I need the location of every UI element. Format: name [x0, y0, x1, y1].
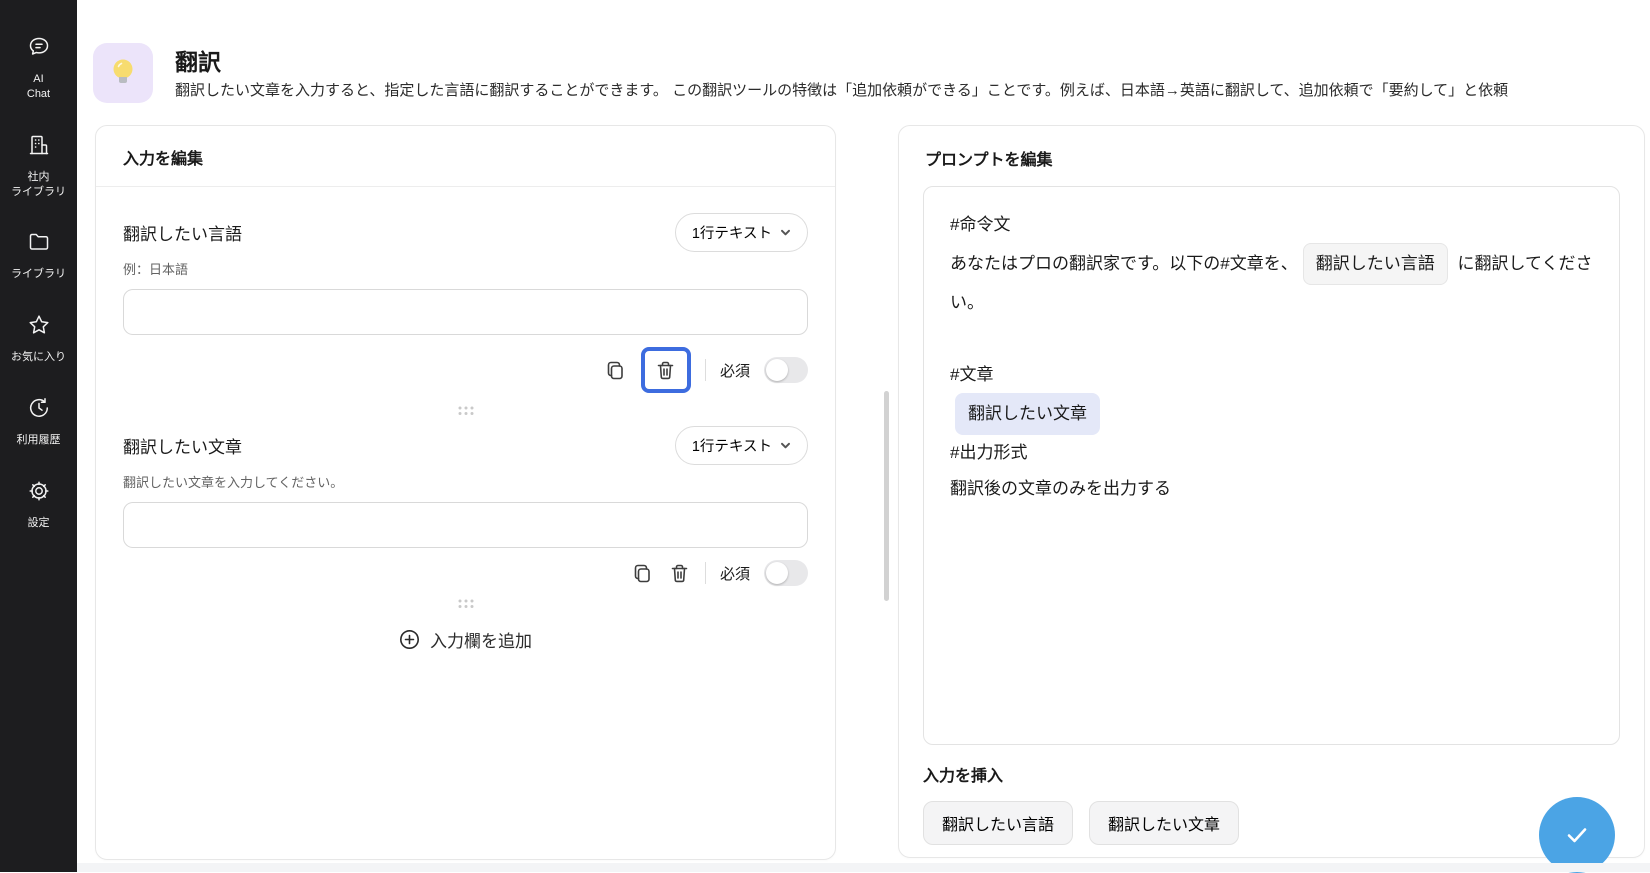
check-icon [1562, 820, 1592, 850]
lightbulb-icon [110, 57, 136, 89]
input-field-block: 翻訳したい文章 1行テキスト 翻訳したい文章を入力してください。 必須 [123, 426, 808, 609]
field-label: 翻訳したい文章 [123, 433, 242, 458]
sidebar-item-favorites[interactable]: お気に入り [0, 312, 77, 365]
drag-handle[interactable] [123, 598, 808, 609]
sidebar-item-label: 社内 ライブラリ [11, 170, 66, 200]
sidebar-item-ai-chat[interactable]: AI Chat [0, 34, 77, 102]
building-icon [26, 132, 52, 163]
folder-icon [26, 229, 52, 260]
field-type-dropdown[interactable]: 1行テキスト [675, 213, 808, 252]
clock-history-icon [26, 395, 52, 426]
trash-icon [654, 359, 677, 382]
input-panel-title: 入力を編集 [96, 126, 835, 187]
field-text-input[interactable] [123, 289, 808, 335]
insert-variable-chip[interactable]: 翻訳したい文章 [1089, 801, 1239, 845]
prompt-variable-chip[interactable]: 翻訳したい文章 [955, 393, 1100, 435]
add-input-field-button[interactable]: 入力欄を追加 [123, 627, 808, 652]
field-helper-text: 翻訳したい文章を入力してください。 [123, 472, 808, 491]
vertical-scrollbar[interactable] [884, 391, 889, 601]
delete-field-button[interactable] [668, 562, 691, 585]
field-label: 翻訳したい言語 [123, 220, 242, 245]
plus-circle-icon [399, 629, 420, 650]
prompt-command-header: #命令文 [950, 207, 1593, 243]
confirm-button[interactable] [1539, 797, 1615, 873]
input-field-block: 翻訳したい言語 1行テキスト 例：日本語 必須 [123, 213, 808, 416]
chat-bubble-icon [26, 34, 52, 65]
prompt-edit-panel: プロンプトを編集 #命令文 あなたはプロの翻訳家です。以下の#文章を、翻訳したい… [898, 125, 1645, 858]
required-toggle[interactable] [764, 357, 808, 383]
delete-field-button-highlighted[interactable] [641, 347, 691, 393]
field-helper-text: 例：日本語 [123, 259, 808, 278]
prompt-panel-title: プロンプトを編集 [923, 126, 1620, 186]
required-label: 必須 [720, 563, 750, 584]
sidebar-item-label: 利用履歴 [17, 433, 61, 448]
prompt-output-line: 翻訳後の文章のみを出力する [950, 471, 1593, 507]
insert-chip-row: 翻訳したい言語 翻訳したい文章 [923, 801, 1620, 845]
sidebar-item-history[interactable]: 利用履歴 [0, 395, 77, 448]
copy-icon [604, 359, 627, 382]
tool-icon-tile [93, 43, 153, 103]
trash-icon [668, 562, 691, 585]
duplicate-field-button[interactable] [604, 359, 627, 382]
chevron-down-icon [780, 227, 791, 238]
divider [705, 359, 706, 381]
required-toggle[interactable] [764, 560, 808, 586]
duplicate-field-button[interactable] [631, 562, 654, 585]
insert-variable-chip[interactable]: 翻訳したい言語 [923, 801, 1073, 845]
prompt-editor[interactable]: #命令文 あなたはプロの翻訳家です。以下の#文章を、翻訳したい言語 に翻訳してく… [923, 186, 1620, 745]
sidebar-item-settings[interactable]: 設定 [0, 478, 77, 531]
sidebar-item-label: お気に入り [11, 350, 66, 365]
gear-icon [26, 478, 52, 509]
blank-line [950, 321, 1593, 357]
drag-handle[interactable] [123, 405, 808, 416]
sidebar-item-company-library[interactable]: 社内 ライブラリ [0, 132, 77, 200]
copy-icon [631, 562, 654, 585]
sidebar-item-label: ライブラリ [11, 267, 66, 282]
star-icon [26, 312, 52, 343]
chevron-down-icon [780, 440, 791, 451]
sidebar-item-library[interactable]: ライブラリ [0, 229, 77, 282]
field-text-input[interactable] [123, 502, 808, 548]
required-label: 必須 [720, 360, 750, 381]
prompt-output-header: #出力形式 [950, 435, 1593, 471]
field-type-dropdown[interactable]: 1行テキスト [675, 426, 808, 465]
page-background-strip [77, 863, 1650, 872]
insert-input-title: 入力を挿入 [923, 762, 1620, 786]
prompt-text-line: 翻訳したい文章 [950, 393, 1593, 435]
input-edit-panel: 入力を編集 翻訳したい言語 1行テキスト 例：日本語 必須 [95, 125, 836, 860]
page-description: 翻訳したい文章を入力すると、指定した言語に翻訳することができます。 この翻訳ツー… [175, 79, 1650, 100]
sidebar: AI Chat 社内 ライブラリ ライブラリ お気に入り 利用履歴 設定 [0, 0, 77, 872]
prompt-text-header: #文章 [950, 357, 1593, 393]
prompt-command-line: あなたはプロの翻訳家です。以下の#文章を、翻訳したい言語 に翻訳してください。 [950, 243, 1593, 321]
sidebar-item-label: 設定 [28, 516, 50, 531]
divider [705, 562, 706, 584]
prompt-variable-chip[interactable]: 翻訳したい言語 [1303, 243, 1448, 285]
sidebar-item-label: AI Chat [27, 72, 50, 102]
page-title: 翻訳 [175, 43, 221, 77]
